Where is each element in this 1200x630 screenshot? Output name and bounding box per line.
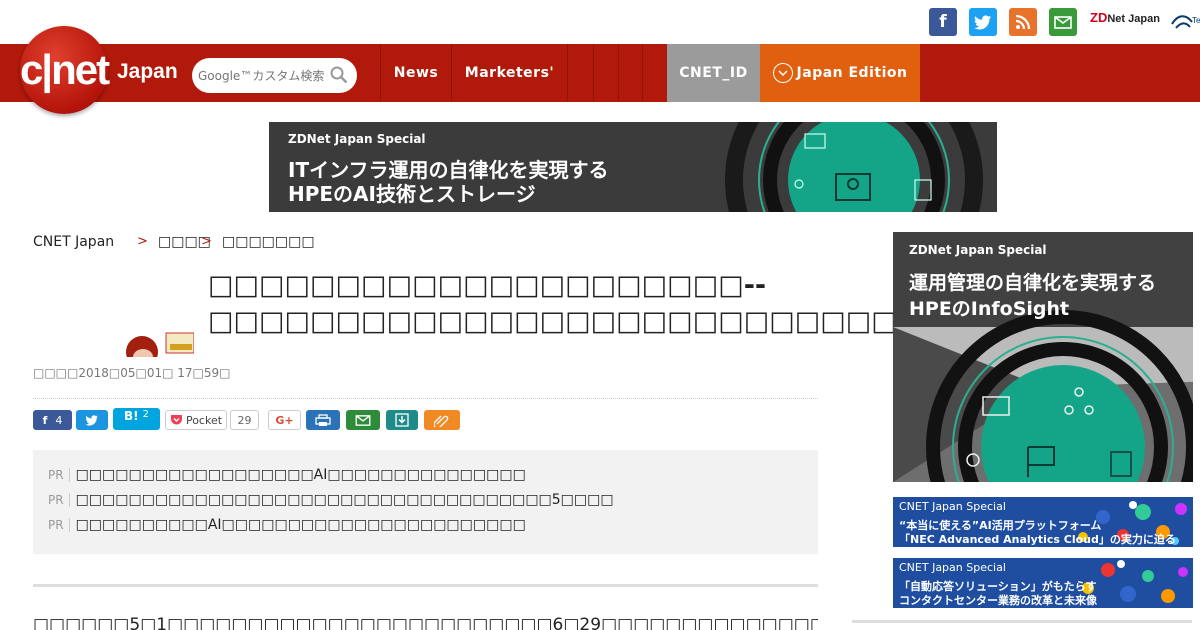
- techrepublic-icon[interactable]: Te: [1170, 10, 1200, 32]
- banner-tag: ZDNet Japan Special: [288, 132, 426, 146]
- article-thumbnail: [114, 330, 194, 357]
- svg-text:Te: Te: [1192, 16, 1200, 25]
- pocket-button[interactable]: Pocket: [165, 410, 227, 430]
- sidebar-mini-ad[interactable]: CNET Japan Special “本当に使える”AI活用プラットフォーム …: [893, 497, 1193, 547]
- breadcrumb-level-3[interactable]: □□□□□□□: [222, 234, 315, 250]
- email-share-button[interactable]: [346, 410, 380, 430]
- twitter-icon[interactable]: [969, 8, 997, 36]
- pr-link[interactable]: PR □□□□□□□□□□AI□□□□□□□□□□□□□□□□□□□□□□□: [48, 517, 526, 533]
- facebook-icon[interactable]: f: [929, 8, 957, 36]
- divider: [33, 584, 818, 587]
- article-body: □□□□□□5□1□□□□□□□□□□□□□□□□□□□□□□□□6□29□□□…: [33, 615, 818, 630]
- download-icon: [395, 413, 409, 427]
- clip-button[interactable]: [424, 410, 460, 430]
- pr-link[interactable]: PR □□□□□□□□□□□□□□□□□□AI□□□□□□□□□□□□□□□: [48, 467, 526, 483]
- nav-news[interactable]: News: [380, 44, 451, 102]
- mini-ad-line-2: コンタクトセンター業務の改革と未来像: [899, 594, 1097, 607]
- mini-ad-line-2: 「NEC Advanced Analytics Cloud」の実力に迫る: [899, 533, 1176, 546]
- print-button[interactable]: [306, 410, 340, 430]
- facebook-icon: f: [42, 413, 48, 427]
- zdnet-japan-link[interactable]: ZDNet Japan: [1090, 10, 1160, 25]
- pr-links-box: PR □□□□□□□□□□□□□□□□□□AI□□□□□□□□□□□□□□□ PR…: [33, 450, 818, 554]
- pr-label: PR: [48, 493, 70, 507]
- breadcrumb-separator: >: [201, 234, 212, 249]
- nav-marketers[interactable]: Marketers': [451, 44, 567, 102]
- pr-link[interactable]: PR □□□□□□□□□□□□□□□□□□□□□□□□□□□□□□□□□□□□5□…: [48, 492, 614, 508]
- logo-japan-label[interactable]: Japan: [117, 60, 178, 84]
- article-dateline: □□□□2018□05□01□ 17□59□: [33, 366, 231, 380]
- sidebar-ad-tag: ZDNet Japan Special: [909, 243, 1047, 257]
- banner-line-2: HPEのAI技術とストレージ: [288, 182, 536, 206]
- top-utility-bar: f ZDNet Japan Te: [0, 0, 1200, 44]
- hatena-icon: B!: [124, 409, 139, 423]
- hatena-count: 2: [142, 409, 149, 420]
- mail-icon[interactable]: [1049, 8, 1077, 36]
- divider: [33, 398, 818, 399]
- search-input[interactable]: [198, 68, 326, 83]
- pocket-label: Pocket: [185, 413, 223, 427]
- pr-label: PR: [48, 518, 70, 532]
- sidebar-ad-line-1: 運用管理の自律化を実現する: [909, 272, 1157, 294]
- google-plus-button[interactable]: G+: [268, 410, 301, 430]
- search-icon[interactable]: [330, 66, 348, 88]
- facebook-share-button[interactable]: f 4: [33, 410, 72, 430]
- save-button[interactable]: [386, 410, 418, 430]
- pocket-count: 29: [230, 410, 259, 430]
- sidebar-ad-line-2: HPEのInfoSight: [909, 298, 1070, 320]
- breadcrumb-separator: >: [137, 234, 148, 249]
- nav-cnet-id[interactable]: CNET_ID: [667, 44, 760, 102]
- article-title: □□□□□□□□□□□□□□□□□□□□□--□□□□□□□□□□□□□□□□□…: [208, 270, 948, 337]
- pr-label: PR: [48, 468, 70, 482]
- site-search: [192, 58, 357, 93]
- top-banner-ad[interactable]: ZDNet Japan Special ITインフラ運用の自律化を実現する HP…: [269, 122, 997, 212]
- pr-link-text[interactable]: □□□□□□□□□□AI□□□□□□□□□□□□□□□□□□□□□□□: [76, 517, 526, 533]
- banner-graphic: [725, 122, 983, 212]
- nav-japan-edition[interactable]: Japan Edition: [760, 44, 920, 102]
- pr-link-text[interactable]: □□□□□□□□□□□□□□□□□□□□□□□□□□□□□□□□□□□□5□□□…: [76, 492, 614, 508]
- breadcrumb-home[interactable]: CNET Japan: [33, 234, 114, 250]
- rss-icon[interactable]: [1009, 8, 1037, 36]
- nav-item-5[interactable]: [618, 44, 643, 102]
- nav-item-4[interactable]: [593, 44, 618, 102]
- sidebar-mini-ad[interactable]: CNET Japan Special 「自動応答ソリューション」がもたらす コン…: [893, 558, 1193, 608]
- chevron-down-icon: [772, 63, 793, 83]
- hatena-bookmark-button[interactable]: B! 2: [113, 408, 160, 430]
- japan-edition-label: Japan Edition: [796, 65, 908, 81]
- pr-link-text[interactable]: □□□□□□□□□□□□□□□□□□AI□□□□□□□□□□□□□□□: [76, 467, 526, 483]
- cnet-logo[interactable]: c|net: [20, 26, 110, 114]
- paperclip-icon: [434, 415, 449, 427]
- mail-icon: [355, 414, 371, 426]
- nav-item-3[interactable]: [567, 44, 593, 102]
- mini-ad-tag: CNET Japan Special: [899, 561, 1006, 574]
- sidebar-ad[interactable]: ZDNet Japan Special 運用管理の自律化を実現する HPEのIn…: [893, 232, 1193, 482]
- twitter-share-button[interactable]: [76, 410, 108, 430]
- mini-ad-tag: CNET Japan Special: [899, 500, 1006, 513]
- twitter-icon: [85, 414, 98, 426]
- pocket-icon: [170, 415, 182, 425]
- facebook-count: 4: [55, 413, 63, 427]
- divider: [852, 620, 1192, 623]
- print-icon: [315, 413, 331, 426]
